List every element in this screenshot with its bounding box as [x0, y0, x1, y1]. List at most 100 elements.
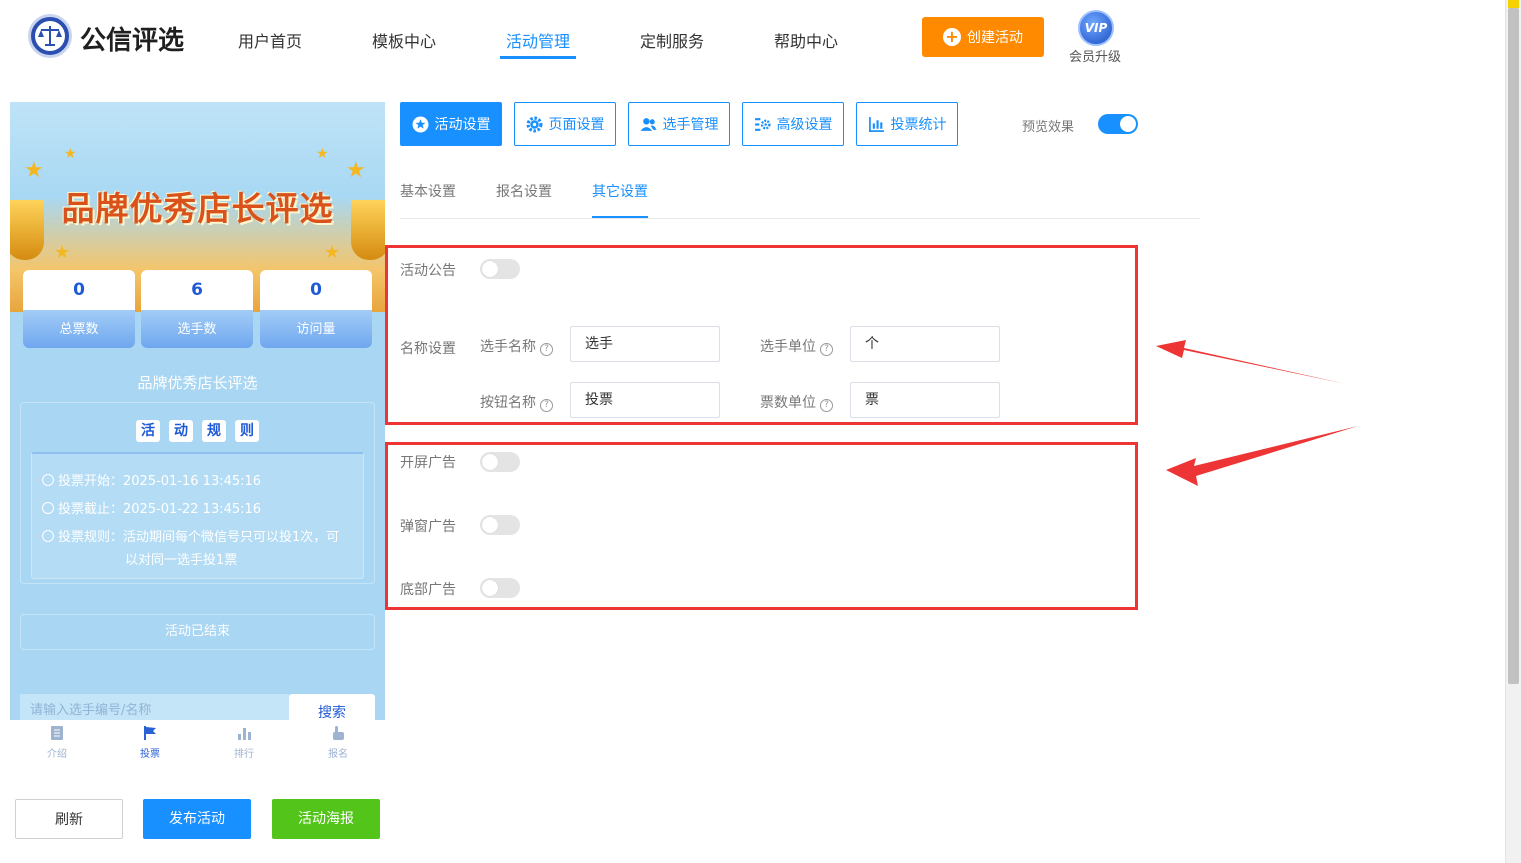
help-icon[interactable]: ? [540, 343, 553, 356]
star-icon: ★ [24, 158, 44, 183]
tab-activity-settings[interactable]: 活动设置 [400, 102, 502, 146]
splash-ad-switch[interactable] [480, 452, 520, 472]
search-button[interactable]: 搜索 [289, 694, 375, 720]
tab-contestant-management[interactable]: 选手管理 [628, 102, 730, 146]
create-activity-label: 创建活动 [967, 30, 1023, 46]
clock-icon [42, 474, 54, 486]
contestant-unit-field-label: 选手单位? [760, 336, 833, 356]
star-icon: ★ [324, 242, 341, 263]
field-label-text: 选手名称 [480, 339, 536, 355]
star-icon: ★ [316, 146, 329, 162]
splash-ad-label: 开屏广告 [400, 455, 456, 471]
vip-upgrade-link[interactable]: 会员升级 [1069, 46, 1121, 65]
tab-vote[interactable]: 投票 [120, 725, 180, 760]
publish-activity-button[interactable]: 发布活动 [143, 799, 251, 839]
help-icon[interactable]: ? [540, 399, 553, 412]
nav-activity-management[interactable]: 活动管理 [506, 28, 570, 52]
refresh-button[interactable]: 刷新 [15, 799, 123, 839]
stat-visits: 0 访问量 [260, 270, 372, 348]
tab-label: 投票统计 [890, 117, 947, 133]
tab-label: 选手管理 [662, 117, 719, 133]
button-name-field-label: 按钮名称? [480, 392, 553, 412]
star-icon: ★ [54, 242, 71, 263]
bar-chart-icon [238, 728, 251, 740]
stat-label: 总票数 [23, 310, 135, 348]
rules-title: 活 动 规 则 [10, 420, 385, 442]
arrow-to-naming [1156, 340, 1346, 384]
field-label-text: 票数单位 [760, 395, 816, 411]
tab-vote-statistics[interactable]: 投票统计 [856, 102, 958, 146]
subtab-other-settings[interactable]: 其它设置 [592, 181, 648, 201]
stat-contestants: 6 选手数 [141, 270, 253, 348]
subtab-basic-settings[interactable]: 基本设置 [400, 181, 456, 201]
rules-title-char: 活 [136, 420, 160, 442]
tab-label: 介绍 [47, 749, 67, 760]
star-icon: ★ [346, 158, 366, 183]
activity-ended-status: 活动已结束 [20, 614, 375, 650]
tab-signup[interactable]: 报名 [308, 725, 368, 760]
tab-label: 高级设置 [776, 117, 833, 133]
tab-advanced-settings[interactable]: 高级设置 [742, 102, 844, 146]
nav-help-center[interactable]: 帮助中心 [774, 28, 838, 52]
announcement-label: 活动公告 [400, 263, 456, 279]
activity-poster-button[interactable]: 活动海报 [272, 799, 380, 839]
star-icon: ★ [64, 146, 77, 162]
mobile-preview: ★ ★ ★ ★ ★ ★ 品牌优秀店长评选 0 总票数 6 选手数 0 访问量 品… [10, 102, 385, 720]
stat-value: 0 [73, 280, 85, 300]
rules-title-char: 动 [169, 420, 193, 442]
subtab-active-indicator [592, 216, 648, 218]
bottom-ad-switch[interactable] [480, 578, 520, 598]
preview-effect-toggle[interactable] [1098, 114, 1138, 134]
stat-label: 访问量 [260, 310, 372, 348]
subtab-signup-settings[interactable]: 报名设置 [496, 181, 552, 201]
stat-label: 选手数 [141, 310, 253, 348]
tab-page-settings[interactable]: 页面设置 [514, 102, 616, 146]
rule-end: 投票截止：2025-01-22 13:45:16 [42, 498, 261, 517]
banner-title: 品牌优秀店长评选 [61, 189, 334, 228]
tab-label: 投票 [140, 749, 160, 760]
tab-label: 页面设置 [548, 117, 605, 133]
gear-icon [526, 116, 542, 132]
stat-total-votes: 0 总票数 [23, 270, 135, 348]
subtab-divider [400, 218, 1200, 219]
clock-icon [42, 502, 54, 514]
rule-end-text: 投票截止：2025-01-22 13:45:16 [58, 502, 262, 517]
contestant-search-input[interactable]: 请输入选手编号/名称 [20, 694, 289, 720]
scroll-up-arrow[interactable] [1508, 0, 1519, 8]
field-label-text: 选手单位 [760, 339, 816, 355]
field-label-text: 按钮名称 [480, 395, 536, 411]
nav-user-home[interactable]: 用户首页 [238, 28, 302, 52]
button-name-input[interactable]: 投票 [570, 382, 720, 418]
flag-icon [144, 726, 156, 740]
scales-icon [35, 21, 65, 51]
rule-start-text: 投票开始：2025-01-16 13:45:16 [58, 474, 262, 489]
popup-ad-label: 弹窗广告 [400, 519, 456, 535]
vote-unit-field-label: 票数单位? [760, 392, 833, 412]
announcement-switch[interactable] [480, 259, 520, 279]
nav-template-center[interactable]: 模板中心 [372, 28, 436, 52]
nav-custom-service[interactable]: 定制服务 [640, 28, 704, 52]
activity-name: 品牌优秀店长评选 [137, 374, 258, 392]
scroll-thumb[interactable] [1508, 8, 1519, 684]
preview-effect-label: 预览效果 [1022, 120, 1075, 135]
rules-title-char: 则 [235, 420, 259, 442]
vip-badge-icon[interactable]: VIP [1078, 10, 1114, 46]
bar-chart-icon [868, 116, 884, 132]
contestant-name-input[interactable]: 选手 [570, 326, 720, 362]
plus-icon: + [943, 28, 961, 46]
brand-logo [28, 14, 72, 58]
help-icon[interactable]: ? [820, 399, 833, 412]
tab-intro[interactable]: 介绍 [27, 725, 87, 760]
help-icon[interactable]: ? [820, 343, 833, 356]
create-activity-button[interactable]: + 创建活动 [922, 17, 1044, 57]
vote-unit-input[interactable]: 票 [850, 382, 1000, 418]
tab-label: 报名 [328, 749, 348, 760]
bottom-ad-label: 底部广告 [400, 582, 456, 598]
tab-ranking[interactable]: 排行 [214, 725, 274, 760]
contestant-unit-input[interactable]: 个 [850, 326, 1000, 362]
stat-value: 6 [191, 280, 203, 300]
stat-value: 0 [310, 280, 322, 300]
popup-ad-switch[interactable] [480, 515, 520, 535]
document-icon [51, 726, 63, 740]
star-circle-icon [412, 116, 428, 132]
